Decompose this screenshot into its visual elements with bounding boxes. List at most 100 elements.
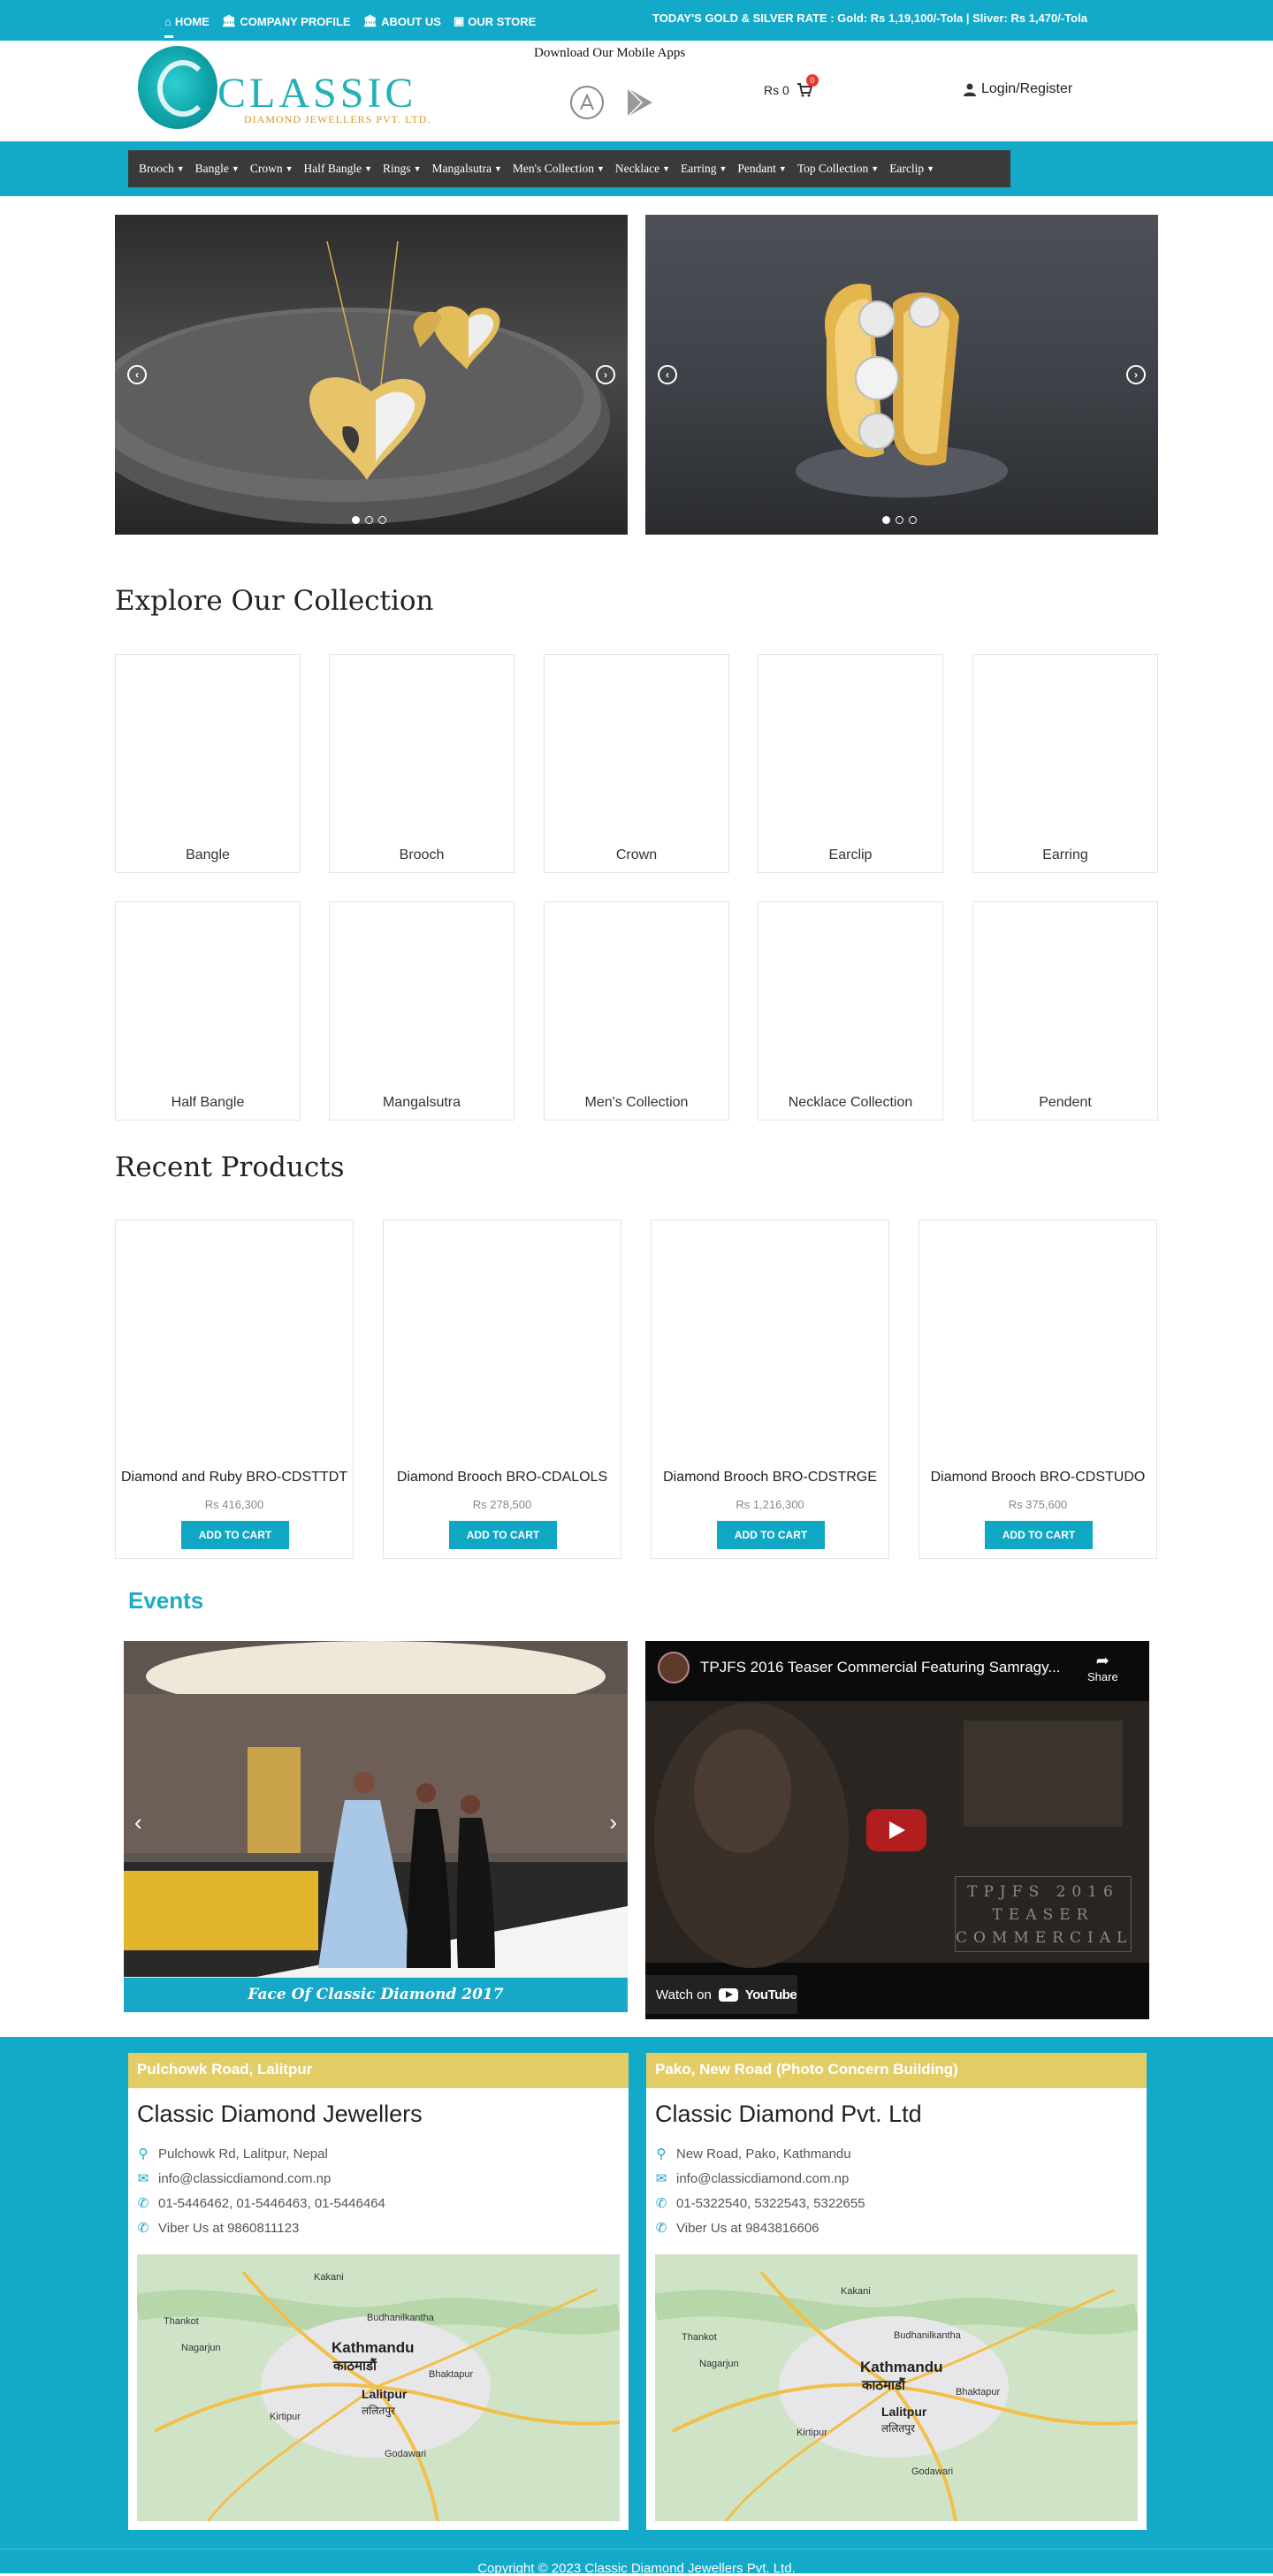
logo-emblem[interactable] — [138, 46, 217, 129]
branch-email[interactable]: ✉ info@classicdiamond.com.np — [655, 2170, 1138, 2187]
top-nav-about-us[interactable]: 🏛 ABOUT US — [363, 14, 441, 28]
collection-label: Half Bangle — [171, 1095, 245, 1110]
youtube-video-embed[interactable]: TPJFS 2016 Teaser Commercial Featuring S… — [645, 1641, 1149, 2019]
chevron-down-icon: ▼ — [231, 164, 240, 173]
menu-item-pendant[interactable]: Pendant ▼ — [732, 162, 791, 176]
app-store-icon[interactable] — [569, 85, 605, 120]
map-label: Bhaktapur — [429, 2369, 474, 2380]
event-prev-arrow[interactable]: ‹ — [134, 1809, 142, 1836]
google-map[interactable]: Kathmandu काठमाडौं Lalitpur ललितपुर Bhak… — [655, 2254, 1138, 2521]
logo-text[interactable]: CLASSIC — [217, 72, 416, 115]
menu-item-mens-collection[interactable]: Men's Collection ▼ — [507, 162, 610, 176]
watch-on-label: Watch on — [656, 1987, 712, 2002]
branch-name: Classic Diamond Pvt. Ltd — [655, 2101, 922, 2127]
cart-count-badge: 0 — [806, 74, 819, 87]
google-map[interactable]: Kathmandu काठमाडौं Lalitpur ललितपुर Bhak… — [137, 2254, 620, 2521]
collection-card-mens-collection[interactable]: Men's Collection — [544, 901, 729, 1121]
play-store-icon[interactable] — [622, 85, 658, 120]
events-slider[interactable]: ‹ › Face Of Classic Diamond 2017 — [124, 1641, 628, 2012]
chevron-down-icon: ▼ — [176, 164, 185, 173]
menu-item-necklace[interactable]: Necklace ▼ — [610, 162, 675, 176]
bank-icon: 🏛 — [221, 14, 237, 27]
map-label: Godawari — [911, 2466, 954, 2477]
events-title: Events — [128, 1587, 204, 1614]
bank-icon: 🏛 — [362, 14, 378, 27]
channel-avatar[interactable] — [658, 1652, 690, 1683]
event-next-arrow[interactable]: › — [609, 1809, 617, 1836]
video-title[interactable]: TPJFS 2016 Teaser Commercial Featuring S… — [700, 1659, 1061, 1676]
user-icon — [964, 83, 976, 96]
explore-title: Explore Our Collection — [115, 585, 434, 617]
recent-products-title: Recent Products — [115, 1151, 345, 1183]
menu-item-crown[interactable]: Crown ▼ — [245, 162, 299, 176]
menu-item-earring[interactable]: Earring ▼ — [675, 162, 732, 176]
menu-item-earclip[interactable]: Earclip ▼ — [884, 162, 940, 176]
slider-next-arrow[interactable]: › — [1126, 365, 1146, 384]
collection-card-pendent[interactable]: Pendent — [972, 901, 1158, 1121]
menu-item-top-collection[interactable]: Top Collection ▼ — [792, 162, 884, 176]
share-button[interactable]: ➦ Share — [1087, 1652, 1118, 1683]
event-caption: Face Of Classic Diamond 2017 — [124, 1978, 628, 2012]
chevron-down-icon: ▼ — [493, 164, 502, 173]
branch-phone[interactable]: ✆ 01-5322540, 5322543, 5322655 — [655, 2195, 1138, 2212]
collection-card-necklace[interactable]: Necklace Collection — [758, 901, 943, 1121]
map-label: Kathmandu — [860, 2359, 943, 2375]
slider-dot[interactable] — [896, 516, 903, 524]
branch-phone[interactable]: ✆ 01-5446462, 01-5446463, 01-5446464 — [137, 2195, 620, 2212]
collection-card-half-bangle[interactable]: Half Bangle — [115, 901, 301, 1121]
slider-dot[interactable] — [882, 516, 890, 524]
branch-email[interactable]: ✉ info@classicdiamond.com.np — [137, 2170, 620, 2187]
top-nav-our-store[interactable]: ▣ OUR STORE — [454, 14, 536, 28]
product-card[interactable]: Diamond and Ruby BRO-CDSTTDT Rs 416,300 … — [115, 1220, 354, 1559]
map-label: Budhanilkantha — [894, 2330, 961, 2341]
cart[interactable]: Rs 0 — [764, 83, 812, 97]
chevron-down-icon: ▼ — [596, 164, 605, 173]
hero-slider-right[interactable]: ‹ › — [645, 215, 1158, 535]
collection-card-bangle[interactable]: Bangle — [115, 654, 301, 873]
branch-header: Pulchowk Road, Lalitpur — [128, 2053, 629, 2088]
youtube-play-button[interactable] — [866, 1809, 926, 1851]
slider-dot[interactable] — [365, 516, 373, 524]
slider-next-arrow[interactable]: › — [596, 365, 615, 384]
add-to-cart-button[interactable]: ADD TO CART — [181, 1521, 289, 1549]
product-card[interactable]: Diamond Brooch BRO-CDSTUDO Rs 375,600 AD… — [919, 1220, 1157, 1559]
menu-item-mangalsutra[interactable]: Mangalsutra ▼ — [426, 162, 507, 176]
login-register-link[interactable]: Login/Register — [964, 81, 1072, 97]
ring-image — [796, 284, 1008, 498]
slider-dot[interactable] — [909, 516, 917, 524]
branch-viber[interactable]: ✆ Viber Us at 9860811123 — [137, 2220, 620, 2237]
collection-card-earring[interactable]: Earring — [972, 654, 1158, 873]
product-name: Diamond Brooch BRO-CDSTRGE — [663, 1470, 877, 1485]
branch-card-new-road: Pako, New Road (Photo Concern Building) … — [646, 2053, 1147, 2530]
product-price: Rs 375,600 — [1008, 1498, 1068, 1511]
product-card[interactable]: Diamond Brooch BRO-CDALOLS Rs 278,500 AD… — [383, 1220, 621, 1559]
slider-dot[interactable] — [352, 516, 360, 524]
menu-item-brooch[interactable]: Brooch ▼ — [133, 162, 190, 176]
cart-amount: Rs 0 — [764, 83, 789, 97]
menu-item-half-bangle[interactable]: Half Bangle ▼ — [299, 162, 378, 176]
watch-on-youtube-button[interactable]: Watch on YouTube — [645, 1975, 797, 2014]
menu-item-bangle[interactable]: Bangle ▼ — [190, 162, 245, 176]
slider-prev-arrow[interactable]: ‹ — [127, 365, 147, 384]
top-bar: ⌂ HOME 🏛 COMPANY PROFILE 🏛 ABOUT US ▣ OUR ST… — [0, 0, 1273, 41]
collection-label: Brooch — [399, 847, 445, 862]
map-label: ललितपुर — [881, 2422, 915, 2435]
add-to-cart-button[interactable]: ADD TO CART — [449, 1521, 557, 1549]
menu-item-rings[interactable]: Rings ▼ — [377, 162, 426, 176]
collection-card-mangalsutra[interactable]: Mangalsutra — [329, 901, 515, 1121]
collection-card-brooch[interactable]: Brooch — [329, 654, 515, 873]
collection-label: Earring — [1042, 847, 1088, 862]
slider-dot[interactable] — [378, 516, 386, 524]
top-nav-company-profile[interactable]: 🏛 COMPANY PROFILE — [222, 14, 351, 28]
top-nav-home[interactable]: ⌂ HOME — [164, 14, 210, 28]
add-to-cart-button[interactable]: ADD TO CART — [717, 1521, 825, 1549]
slider-prev-arrow[interactable]: ‹ — [658, 365, 677, 384]
hero-slider-left[interactable]: ‹ › — [115, 215, 628, 535]
youtube-logo-text: YouTube — [744, 1987, 797, 2002]
collection-card-earclip[interactable]: Earclip — [758, 654, 943, 873]
slider-dots — [352, 516, 386, 524]
branch-viber[interactable]: ✆ Viber Us at 9843816606 — [655, 2220, 1138, 2237]
add-to-cart-button[interactable]: ADD TO CART — [985, 1521, 1093, 1549]
product-card[interactable]: Diamond Brooch BRO-CDSTRGE Rs 1,216,300 … — [651, 1220, 889, 1559]
collection-card-crown[interactable]: Crown — [544, 654, 729, 873]
